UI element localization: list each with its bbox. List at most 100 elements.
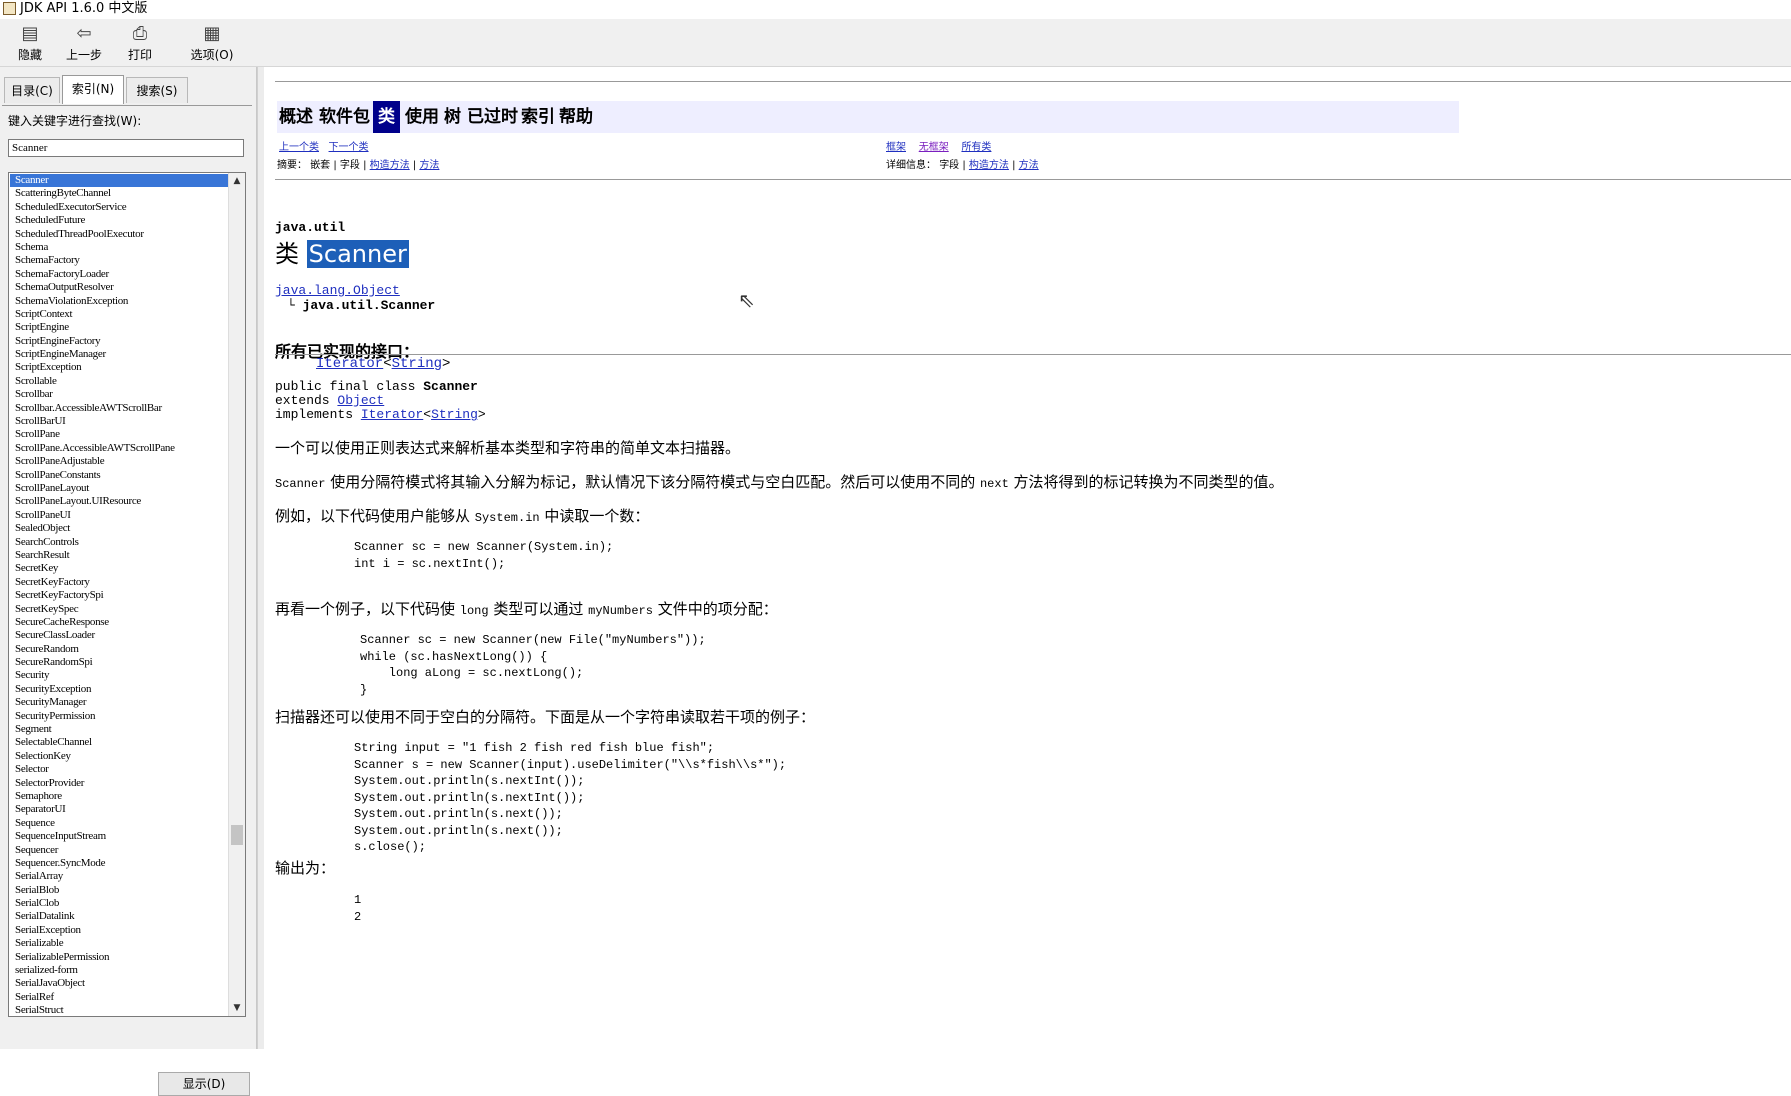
string-link[interactable]: String: [392, 356, 442, 372]
all-classes-link[interactable]: 所有类: [961, 142, 991, 153]
detail-method-link[interactable]: 方法: [1019, 160, 1039, 171]
index-list-item[interactable]: ScriptEngine: [10, 321, 228, 334]
index-list-item[interactable]: Scrollbar.AccessibleAWTScrollBar: [10, 402, 228, 415]
index-list-item[interactable]: Scanner: [10, 174, 228, 188]
index-list-item[interactable]: SelectableChannel: [10, 736, 228, 749]
index-list-item[interactable]: SchemaViolationException: [10, 295, 228, 308]
prev-class-link[interactable]: 上一个类: [279, 142, 319, 153]
index-list-item[interactable]: SerialRef: [10, 991, 228, 1004]
index-list-item[interactable]: SecureRandom: [10, 643, 228, 656]
iterator-link[interactable]: Iterator: [316, 356, 383, 372]
index-list-item[interactable]: ScriptException: [10, 361, 228, 374]
decl-string-link[interactable]: String: [431, 407, 478, 422]
index-list-item[interactable]: SerialJavaObject: [10, 977, 228, 990]
index-list-item[interactable]: SequenceInputStream: [10, 830, 228, 843]
index-list-item[interactable]: ScrollPaneConstants: [10, 469, 228, 482]
index-list-item[interactable]: ScheduledFuture: [10, 214, 228, 227]
tab-contents[interactable]: 目录(C): [4, 77, 60, 103]
index-list-item[interactable]: ScrollPane: [10, 428, 228, 441]
index-list-item[interactable]: SchemaOutputResolver: [10, 281, 228, 294]
index-list-item[interactable]: SecretKeyFactorySpi: [10, 589, 228, 602]
index-list-item[interactable]: SelectorProvider: [10, 777, 228, 790]
index-list-item[interactable]: SeparatorUI: [10, 803, 228, 816]
index-list-item[interactable]: Scrollbar: [10, 388, 228, 401]
index-list-item[interactable]: SearchResult: [10, 549, 228, 562]
index-list-item[interactable]: SecretKeySpec: [10, 603, 228, 616]
index-list-item[interactable]: Scrollable: [10, 375, 228, 388]
nav-overview[interactable]: 概述: [279, 101, 313, 133]
index-list-item[interactable]: SerializablePermission: [10, 951, 228, 964]
index-list-item[interactable]: SecureClassLoader: [10, 629, 228, 642]
index-list-item[interactable]: Sequence: [10, 817, 228, 830]
index-list-item[interactable]: SecurityPermission: [10, 710, 228, 723]
index-list-item[interactable]: SchemaFactory: [10, 254, 228, 267]
index-list-item[interactable]: SecurityException: [10, 683, 228, 696]
print-button[interactable]: ⎙ 打印: [114, 22, 166, 64]
nav-help[interactable]: 帮助: [559, 101, 593, 133]
p3-text2: 中读取一个数：: [539, 507, 650, 525]
keyword-input[interactable]: [8, 139, 244, 157]
index-list-item[interactable]: Selector: [10, 763, 228, 776]
index-list-item[interactable]: SchemaFactoryLoader: [10, 268, 228, 281]
nav-deprecated[interactable]: 已过时: [467, 101, 518, 133]
index-list-item[interactable]: ScriptContext: [10, 308, 228, 321]
index-list-item[interactable]: ScrollPaneUI: [10, 509, 228, 522]
tab-index[interactable]: 索引(N): [62, 75, 124, 104]
nav-use[interactable]: 使用: [405, 101, 439, 133]
index-list-item[interactable]: Security: [10, 669, 228, 682]
scroll-down-icon[interactable]: ▼: [229, 1000, 245, 1016]
index-list-item[interactable]: ScrollPane.AccessibleAWTScrollPane: [10, 442, 228, 455]
index-list-item[interactable]: SelectionKey: [10, 750, 228, 763]
index-list-item[interactable]: SecureRandomSpi: [10, 656, 228, 669]
index-list-item[interactable]: SerialArray: [10, 870, 228, 883]
index-list-item[interactable]: SecretKeyFactory: [10, 576, 228, 589]
index-list-item[interactable]: SecretKey: [10, 562, 228, 575]
nav-index[interactable]: 索引: [521, 101, 555, 133]
back-button[interactable]: ⇦ 上一步: [58, 22, 110, 64]
index-list-item[interactable]: Serializable: [10, 937, 228, 950]
index-list-item[interactable]: Sequencer: [10, 844, 228, 857]
hide-button[interactable]: ▤ 隐藏: [4, 22, 56, 64]
index-list-item[interactable]: ScheduledThreadPoolExecutor: [10, 228, 228, 241]
index-list-item[interactable]: ScheduledExecutorService: [10, 201, 228, 214]
index-list-item[interactable]: Semaphore: [10, 790, 228, 803]
detail-constructor-link[interactable]: 构造方法: [969, 160, 1009, 171]
index-list-item[interactable]: SerialStruct: [10, 1004, 228, 1016]
decl-iterator-link[interactable]: Iterator: [361, 407, 423, 422]
index-list-item[interactable]: serialized-form: [10, 964, 228, 977]
scroll-up-icon[interactable]: ▲: [229, 173, 245, 189]
index-list-item[interactable]: SealedObject: [10, 522, 228, 535]
frames-link[interactable]: 框架: [886, 142, 906, 153]
display-button[interactable]: 显示(D): [158, 1072, 250, 1096]
index-list-item[interactable]: ScrollPaneLayout: [10, 482, 228, 495]
object-link[interactable]: java.lang.Object: [275, 283, 400, 298]
nav-tree[interactable]: 树: [444, 101, 461, 133]
index-list-item[interactable]: ScrollPaneLayout.UIResource: [10, 495, 228, 508]
index-list-item[interactable]: ScriptEngineFactory: [10, 335, 228, 348]
tab-search[interactable]: 搜索(S): [126, 77, 188, 103]
index-list-item[interactable]: Schema: [10, 241, 228, 254]
next-class-link[interactable]: 下一个类: [329, 142, 369, 153]
scroll-thumb[interactable]: [231, 825, 243, 845]
index-list-item[interactable]: SerialClob: [10, 897, 228, 910]
options-button[interactable]: ▦ 选项(O): [184, 22, 240, 64]
index-listbox[interactable]: Scanner ScatteringByteChannel ScheduledExe…: [8, 172, 246, 1017]
index-list-item[interactable]: ScrollPaneAdjustable: [10, 455, 228, 468]
decl-object-link[interactable]: Object: [337, 393, 384, 408]
index-list-item[interactable]: Segment: [10, 723, 228, 736]
index-scrollbar[interactable]: ▲ ▼: [228, 173, 245, 1016]
summary-constructor-link[interactable]: 构造方法: [370, 160, 410, 171]
index-list-item[interactable]: SerialException: [10, 924, 228, 937]
index-list-item[interactable]: ScatteringByteChannel: [10, 187, 228, 200]
nav-package[interactable]: 软件包: [319, 101, 370, 133]
index-list-item[interactable]: SecurityManager: [10, 696, 228, 709]
index-list-item[interactable]: ScriptEngineManager: [10, 348, 228, 361]
index-list-item[interactable]: SecureCacheResponse: [10, 616, 228, 629]
index-list-item[interactable]: ScrollBarUI: [10, 415, 228, 428]
index-list-item[interactable]: SerialBlob: [10, 884, 228, 897]
index-list-item[interactable]: Sequencer.SyncMode: [10, 857, 228, 870]
index-list-item[interactable]: SearchControls: [10, 536, 228, 549]
index-list-item[interactable]: SerialDatalink: [10, 910, 228, 923]
summary-method-link[interactable]: 方法: [419, 160, 439, 171]
no-frames-link[interactable]: 无框架: [919, 142, 949, 153]
